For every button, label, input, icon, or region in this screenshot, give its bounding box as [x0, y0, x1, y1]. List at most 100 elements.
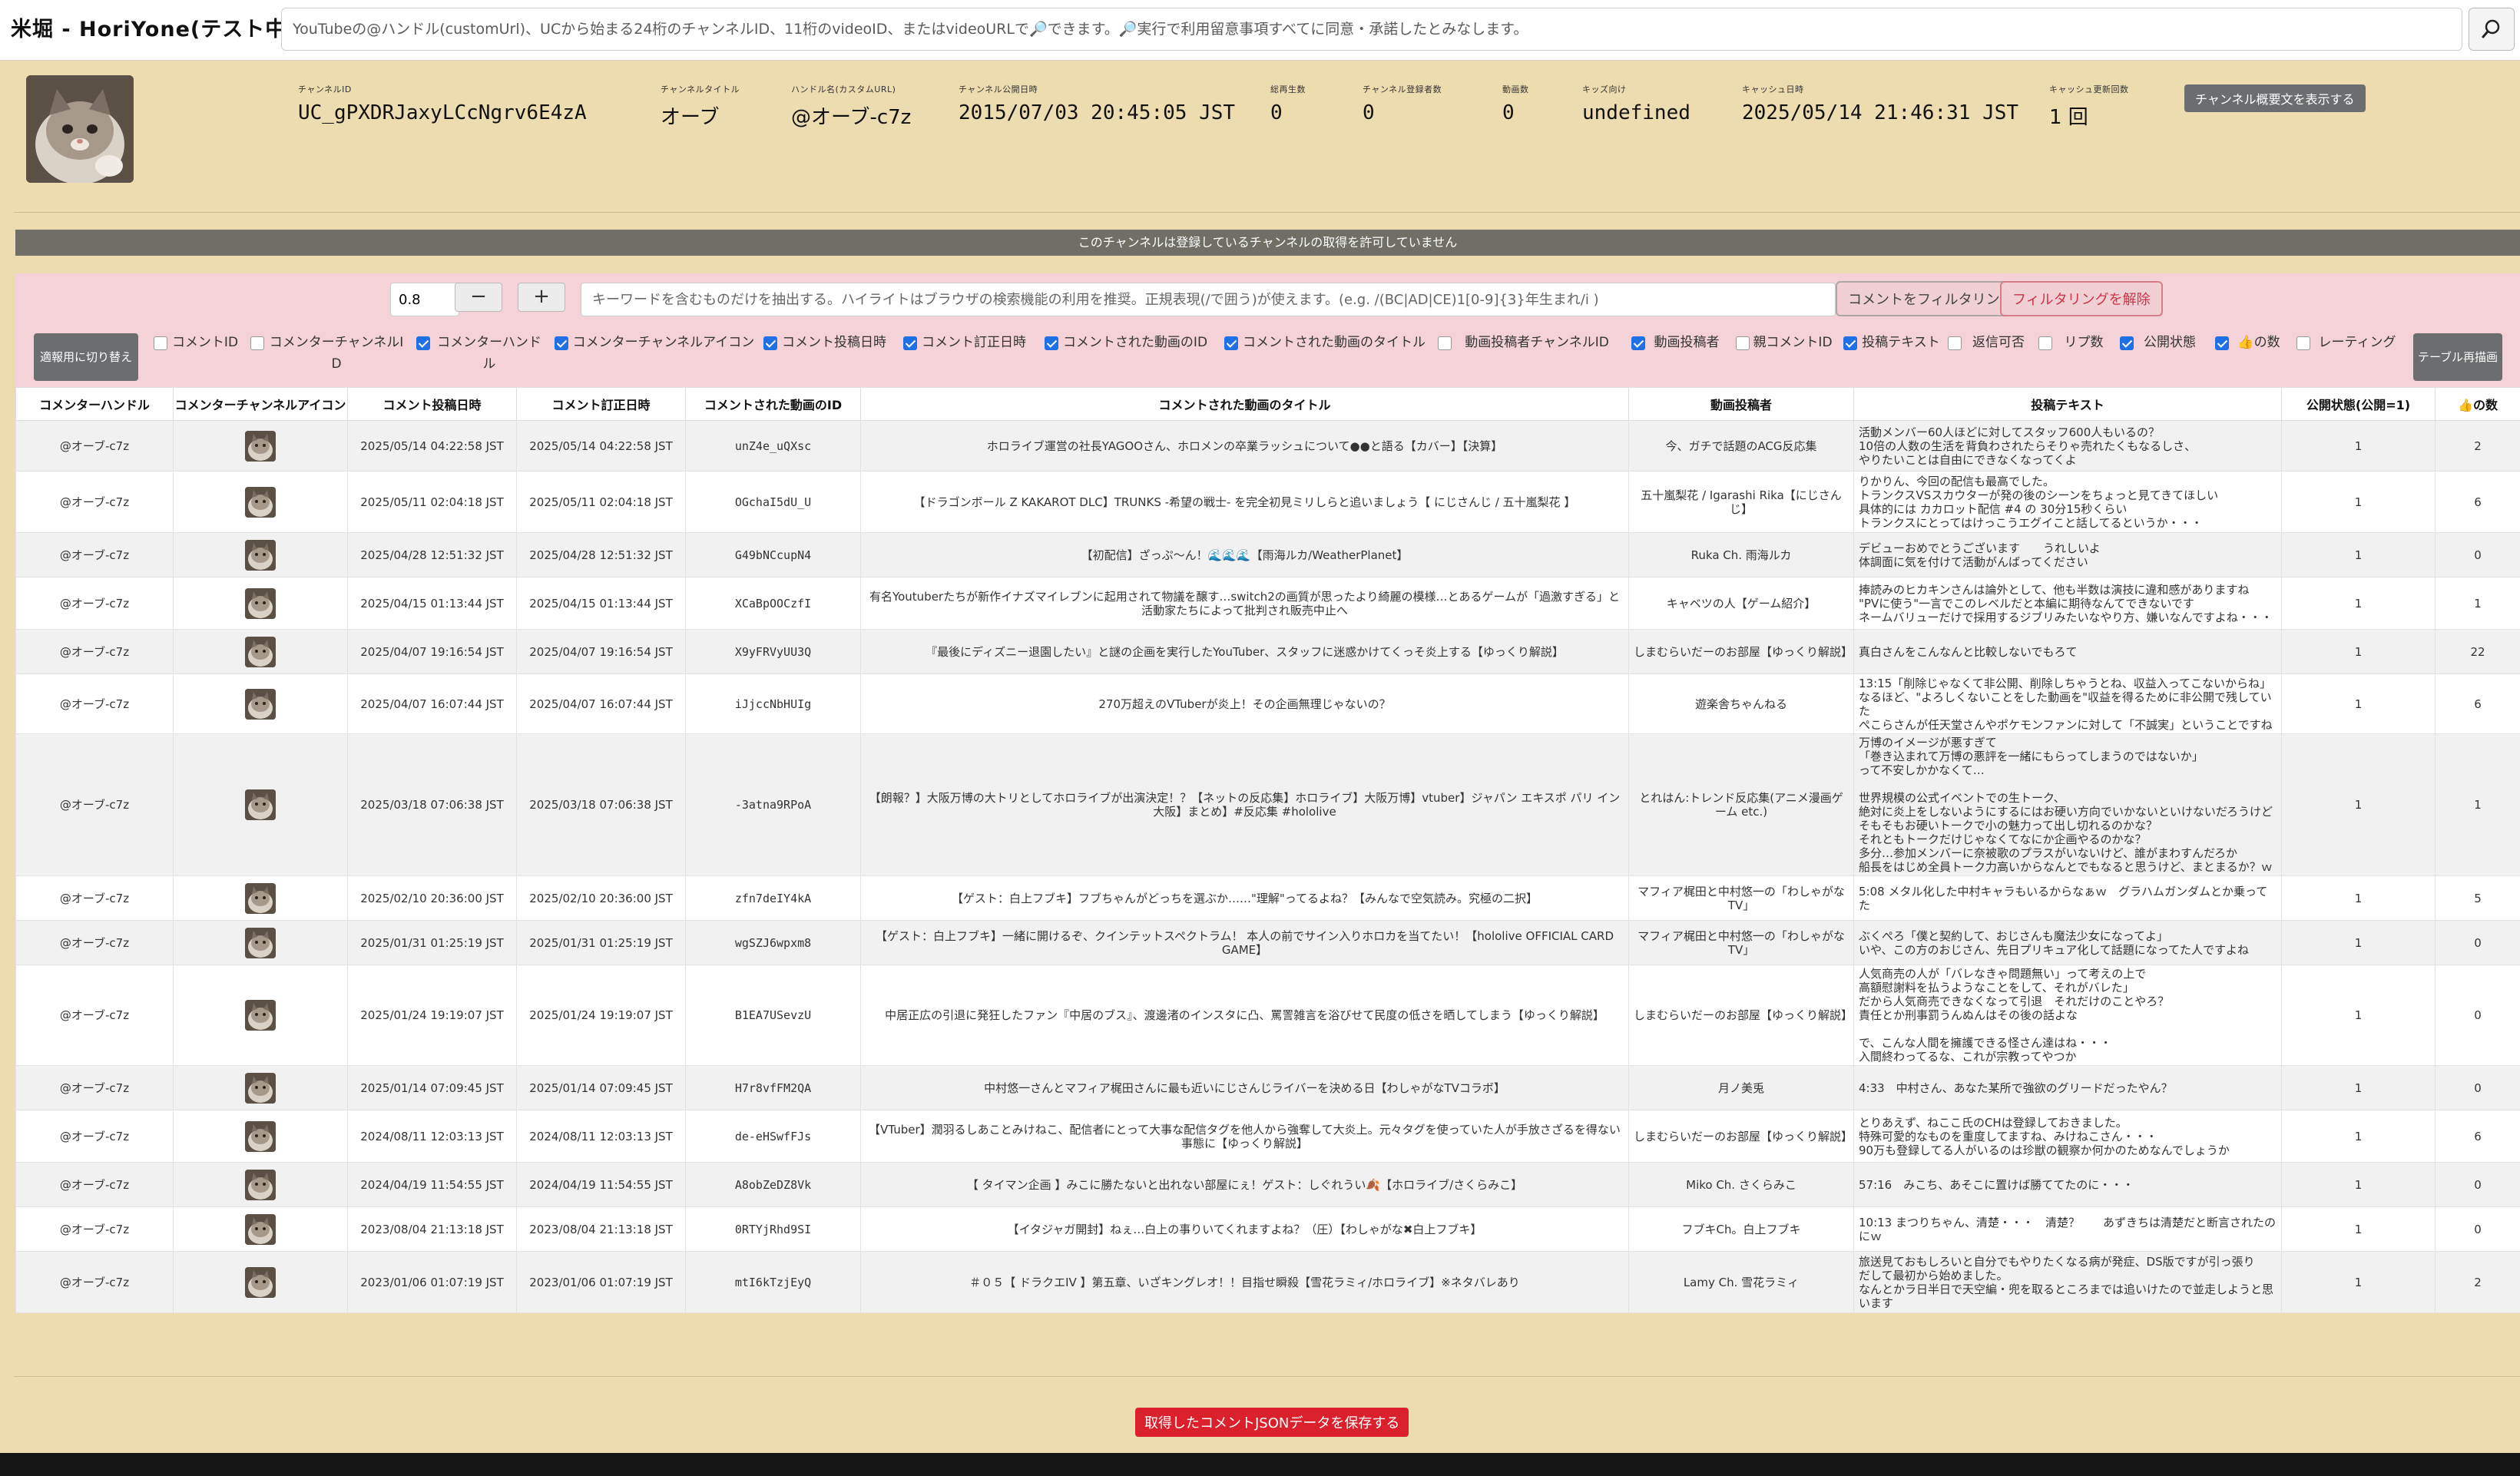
column-header[interactable]: 👍の数 — [2435, 387, 2520, 421]
subscribers-value: 0 — [1363, 101, 1375, 124]
video-id-cell[interactable]: 0RTYjRhd9SI — [685, 1206, 861, 1252]
column-toggle[interactable]: コメンターチャンネルID — [250, 332, 406, 382]
video-id-cell[interactable]: unZ4e_uQXsc — [685, 420, 861, 472]
checkbox[interactable] — [1736, 336, 1750, 350]
video-title-cell[interactable]: 中村悠一さんとマフィア梶田さんに最も近いにじさんじライバーを決める日【わしゃがな… — [860, 1065, 1629, 1110]
clear-filter-button[interactable]: フィルタリングを解除 — [2000, 281, 2163, 316]
comment-text-cell: 活動メンバー60人ほどに対してスタッフ600人もいるの？ 10倍の人数の生活を背… — [1853, 420, 2282, 472]
field-label: キャッシュ日時 — [1742, 84, 1804, 94]
column-toggle[interactable]: 👍の数 — [2215, 332, 2286, 382]
column-toggle[interactable]: コメンターチャンネルアイコン — [555, 332, 756, 382]
filter-comments-button[interactable]: コメントをフィルタリング — [1836, 281, 2026, 316]
column-toggle[interactable]: 公開状態 — [2120, 332, 2203, 382]
column-toggle[interactable]: コメントID — [154, 332, 240, 382]
checkbox[interactable] — [1631, 336, 1645, 350]
video-id-cell[interactable]: de-eHSwfFJs — [685, 1110, 861, 1163]
column-header[interactable]: 動画投稿者 — [1628, 387, 1854, 421]
video-count-value: 0 — [1502, 101, 1515, 124]
toggle-view-button[interactable]: 適報用に切り替え — [34, 333, 138, 381]
column-toggle[interactable]: コメントされた動画のタイトル — [1224, 332, 1427, 382]
checkbox[interactable] — [2215, 336, 2229, 350]
video-title-cell[interactable]: 『最後にディズニー退園したい』と謎の企画を実行したYouTuber、スタッフに迷… — [860, 629, 1629, 674]
edited-date-cell: 2025/04/28 12:51:32 JST — [516, 532, 686, 577]
video-id-cell[interactable]: H7r8vfFM2QA — [685, 1065, 861, 1110]
video-title-cell[interactable]: 270万超えのVTuberが炎上！その企画無理じゃないの？ — [860, 673, 1629, 734]
column-toggle[interactable]: コメンターハンドル — [416, 332, 545, 382]
checkbox[interactable] — [2038, 336, 2052, 350]
checkbox[interactable] — [1843, 336, 1857, 350]
video-title-cell[interactable]: 【 タイマン企画 】みこに勝たないと出れない部屋にぇ！ゲスト：しぐれうい🍂【ホロ… — [860, 1162, 1629, 1207]
video-title-cell[interactable]: 【ドラゴンボール Z KAKAROT DLC】TRUNKS -希望の戦士- を完… — [860, 471, 1629, 533]
video-title-cell[interactable]: 【朗報？】大阪万博の大トリとしてホロライブが出演決定！？【ネットの反応集】ホロラ… — [860, 733, 1629, 876]
decrement-button[interactable]: − — [455, 283, 502, 312]
search-input[interactable] — [281, 8, 2462, 51]
column-header[interactable]: コメント投稿日時 — [347, 387, 517, 421]
likes-cell: 6 — [2435, 471, 2520, 533]
column-toggle[interactable]: 動画投稿者 — [1631, 332, 1725, 382]
video-id-cell[interactable]: G49bNCcupN4 — [685, 532, 861, 577]
checkbox[interactable] — [250, 336, 264, 350]
commenter-handle-cell: @オーブ-c7z — [15, 1065, 174, 1110]
commenter-handle-cell: @オーブ-c7z — [15, 577, 174, 630]
video-id-cell[interactable]: zfn7deIY4kA — [685, 875, 861, 921]
video-title-cell[interactable]: 有名Youtuberたちが新作イナズマイレブンに起用されて物議を醸す…switc… — [860, 577, 1629, 630]
field-label: チャンネル登録者数 — [1363, 84, 1442, 94]
video-id-cell[interactable]: X9yFRVyUU3Q — [685, 629, 861, 674]
search-button[interactable] — [2469, 8, 2515, 51]
video-title-cell[interactable]: ＃０５【 ドラクエIV 】第五章、いざキングレオ！！目指せ瞬殺【雪花ラミィ/ホロ… — [860, 1251, 1629, 1313]
video-title-cell[interactable]: 【初配信】ざっぷ～ん！🌊🌊🌊【雨海ルカ/WeatherPlanet】 — [860, 532, 1629, 577]
column-toggle[interactable]: 返信可否 — [1948, 332, 2032, 382]
checkbox[interactable] — [555, 336, 568, 350]
checkbox[interactable] — [154, 336, 167, 350]
redraw-table-button[interactable]: テーブル再描画 — [2413, 333, 2502, 381]
increment-button[interactable]: + — [518, 283, 565, 312]
video-title-cell[interactable]: 【イタジャガ開封】ねぇ…白上の事りいてくれますよね？（圧）【わしゃがな✖白上フブ… — [860, 1206, 1629, 1252]
column-header[interactable]: コメントされた動画のID — [685, 387, 861, 421]
video-title-cell[interactable]: 【VTuber】潤羽るしあことみけねこ、配信者にとって大事な配信タグを他人から強… — [860, 1110, 1629, 1163]
column-header[interactable]: 投稿テキスト — [1853, 387, 2282, 421]
video-title-cell[interactable]: ホロライブ運営の社長YAGOOさん、ホロメンの卒業ラッシュについて●●と語る【カ… — [860, 420, 1629, 472]
video-id-cell[interactable]: wgSZJ6wpxm8 — [685, 920, 861, 965]
column-toggle[interactable]: コメントされた動画のID — [1045, 332, 1209, 382]
column-toggle[interactable]: レーティング — [2296, 332, 2401, 382]
column-toggle-label: コメンターチャンネルID — [269, 335, 404, 372]
checkbox[interactable] — [1045, 336, 1058, 350]
column-toggle[interactable]: コメント訂正日時 — [903, 332, 1028, 382]
commenter-handle-cell: @オーブ-c7z — [15, 673, 174, 734]
checkbox[interactable] — [1438, 336, 1452, 350]
checkbox[interactable] — [416, 336, 430, 350]
column-toggle[interactable]: 投稿テキスト — [1843, 332, 1942, 382]
column-header[interactable]: コメンターチャンネルアイコン — [173, 387, 348, 421]
video-title-cell[interactable]: 【ゲスト：白上フブキ】一緒に開けるぞ、クインテットスペクトラム！ 本人の前でサイ… — [860, 920, 1629, 965]
keyword-filter-input[interactable] — [581, 283, 1836, 316]
column-toggle[interactable]: 親コメントID — [1736, 332, 1833, 382]
save-json-button[interactable]: 取得したコメントJSONデータを保存する — [1135, 1408, 1409, 1437]
column-toggle[interactable]: リプ数 — [2038, 332, 2112, 382]
video-title-cell[interactable]: 【ゲスト：白上フブキ】フブちゃんがどっちを選ぶか……"理解"ってるよね？【みんな… — [860, 875, 1629, 921]
column-toggle[interactable]: コメント投稿日時 — [763, 332, 888, 382]
comment-text-cell: とりあえず、ねここ氏のCHは登録しておきました。 特殊可愛的なものを重度してます… — [1853, 1110, 2282, 1163]
video-id-cell[interactable]: mtI6kTzjEyQ — [685, 1251, 861, 1313]
checkbox[interactable] — [1948, 336, 1962, 350]
column-header[interactable]: コメント訂正日時 — [516, 387, 686, 421]
video-id-cell[interactable]: iJjccNbHUIg — [685, 673, 861, 734]
checkbox[interactable] — [2296, 336, 2310, 350]
column-header[interactable]: コメンターハンドル — [15, 387, 174, 421]
checkbox[interactable] — [1224, 336, 1238, 350]
video-id-cell[interactable]: B1EA7USevzU — [685, 965, 861, 1066]
checkbox[interactable] — [903, 336, 917, 350]
field-label: チャンネルタイトル — [661, 84, 740, 94]
video-id-cell[interactable]: -3atna9RPoA — [685, 733, 861, 876]
table-row: @オーブ-c7z 2025/04/07 19:16:54 JST 2025/04/0… — [15, 629, 2520, 674]
video-id-cell[interactable]: A8obZeDZ8Vk — [685, 1162, 861, 1207]
video-title-cell[interactable]: 中居正広の引退に発狂したファン『中居のブス』、渡邊渚のインスタに凸、罵詈雑言を浴… — [860, 965, 1629, 1066]
checkbox[interactable] — [763, 336, 777, 350]
column-header[interactable]: コメントされた動画のタイトル — [860, 387, 1629, 421]
video-id-cell[interactable]: XCaBpOOCzfI — [685, 577, 861, 630]
show-description-button[interactable]: チャンネル概要文を表示する — [2184, 84, 2366, 112]
checkbox[interactable] — [2120, 336, 2134, 350]
column-toggle[interactable]: 動画投稿者チャンネルID — [1438, 332, 1619, 382]
threshold-input[interactable] — [390, 283, 459, 316]
column-header[interactable]: 公開状態(公開=1) — [2281, 387, 2436, 421]
video-id-cell[interactable]: OGchaI5dU_U — [685, 471, 861, 533]
